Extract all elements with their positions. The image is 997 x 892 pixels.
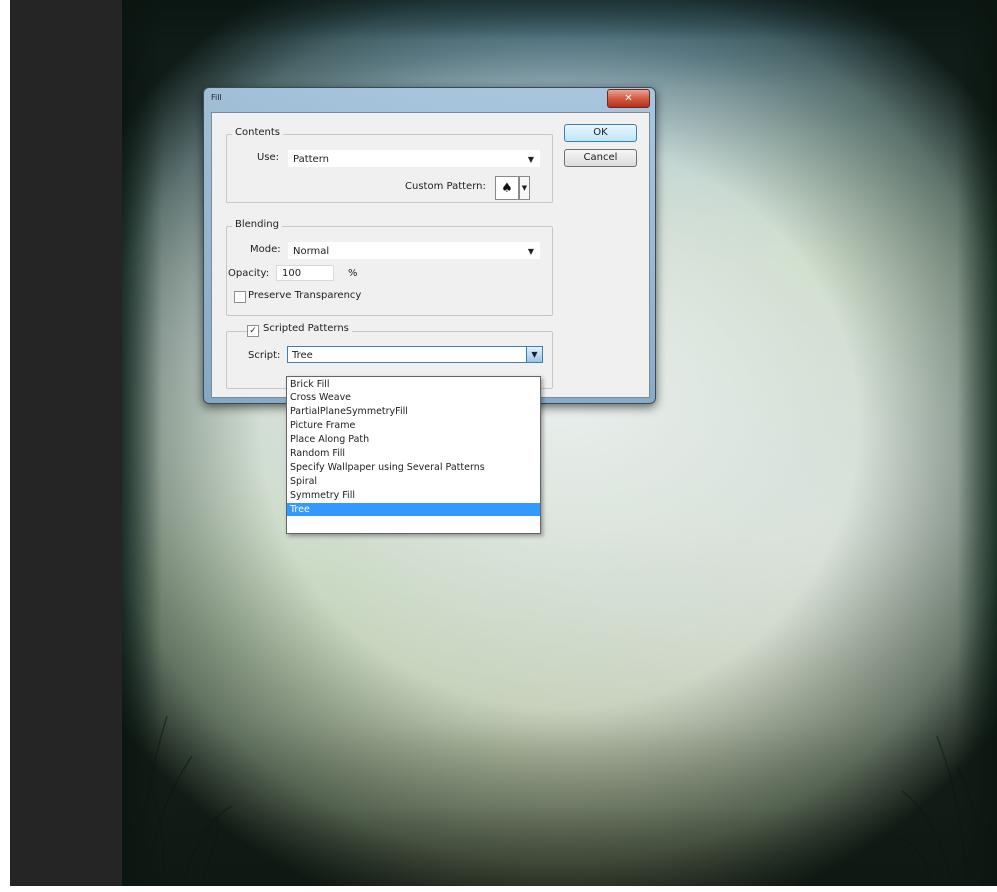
contents-legend: Contents [232,127,283,138]
dialog-titlebar[interactable]: Fill ✕ [204,88,655,110]
opacity-unit: % [348,268,358,279]
dialog-title: Fill [211,93,222,102]
use-value: Pattern [293,154,329,165]
opacity-input[interactable]: 100 [276,265,334,281]
list-item[interactable]: Picture Frame [287,419,540,432]
opacity-label: Opacity: [228,268,270,279]
scripted-patterns-checkbox[interactable]: ✓ [247,325,259,337]
list-item[interactable]: Cross Weave [287,391,540,404]
list-item[interactable]: Symmetry Fill [287,489,540,502]
list-item[interactable]: Random Fill [287,447,540,460]
preserve-transparency-label: Preserve Transparency [248,290,362,301]
ok-button[interactable]: OK [564,124,637,142]
list-item[interactable]: PartialPlaneSymmetryFill [287,405,540,418]
script-dropdown-button[interactable]: ▼ [526,347,542,362]
script-label: Script: [248,350,281,361]
chevron-down-icon: ▼ [527,155,534,164]
chevron-down-icon: ▼ [531,350,538,359]
list-item[interactable]: Spiral [287,475,540,488]
script-options-list: Brick Fill Cross Weave PartialPlaneSymme… [286,376,541,534]
list-item-selected[interactable]: Tree [287,503,540,516]
use-select[interactable]: Pattern ▼ [288,150,540,167]
custom-pattern-label: Custom Pattern: [405,181,486,192]
pattern-picker-chevron-icon[interactable]: ▼ [519,176,530,200]
chevron-down-icon: ▼ [527,247,534,256]
fill-dialog: Fill ✕ Contents Use: Pattern ▼ Custom Pa… [203,87,656,404]
opacity-value: 100 [282,268,302,279]
cancel-button[interactable]: Cancel [564,149,637,167]
blending-legend: Blending [232,219,282,230]
preserve-transparency-checkbox[interactable] [234,291,246,303]
list-item[interactable]: Brick Fill [287,378,540,391]
tree-pattern-icon[interactable]: ♠ [495,176,519,200]
scripted-patterns-legend: Scripted Patterns [260,323,352,334]
list-item[interactable]: Specify Wallpaper using Several Patterns [287,461,540,474]
script-select[interactable]: Tree ▼ [287,346,543,363]
dialog-body: Contents Use: Pattern ▼ Custom Pattern: … [211,112,650,398]
mode-label: Mode: [250,244,281,255]
close-button[interactable]: ✕ [607,89,650,108]
script-value: Tree [292,350,313,361]
workspace-panel [10,0,122,886]
mode-value: Normal [293,246,330,257]
mode-select[interactable]: Normal ▼ [288,242,540,259]
use-label: Use: [257,152,280,163]
close-icon: ✕ [624,93,633,104]
list-item[interactable]: Place Along Path [287,433,540,446]
